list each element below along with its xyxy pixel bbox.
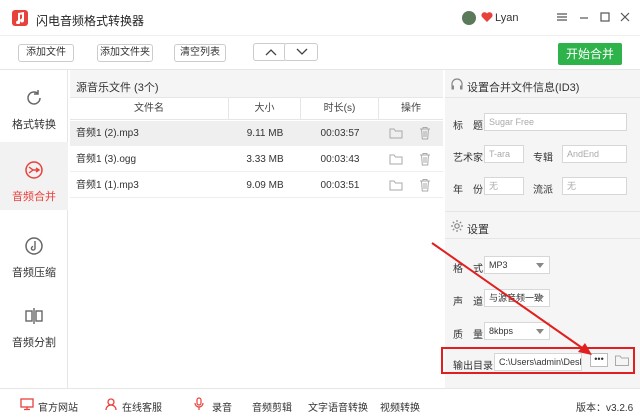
online-service-link[interactable]: 在线客服 — [122, 399, 162, 414]
file-size: 9.09 MB — [246, 180, 284, 191]
album-label: 专辑 — [533, 153, 553, 164]
quality-select[interactable]: 8kbps — [484, 322, 550, 340]
monitor-icon — [20, 398, 34, 411]
artist-label: 艺术家 — [453, 153, 483, 164]
username[interactable]: Lyan — [495, 12, 518, 24]
file-name: 音频1 (1).mp3 — [76, 180, 139, 191]
merge-icon — [25, 161, 43, 179]
sidebar-item-label: 音频分割 — [12, 337, 56, 349]
dropdown-caret-icon — [536, 263, 544, 268]
quality-value: 8kbps — [489, 326, 514, 336]
table-row[interactable]: 音频1 (2).mp3 9.11 MB 00:03:57 — [70, 121, 443, 146]
bottom-bar: 官方网站 在线客服 录音 音频剪辑 文字语音转换 视频转换 版本：v3.2.6 — [0, 388, 640, 420]
minimize-icon[interactable] — [576, 9, 592, 25]
app-logo-icon — [12, 10, 28, 26]
menu-icon[interactable] — [554, 9, 570, 25]
sidebar-item-label: 音频合并 — [12, 191, 56, 203]
vip-heart-icon — [481, 12, 493, 22]
year-label: 年 份 — [453, 185, 483, 196]
chevron-down-icon — [296, 48, 308, 55]
move-up-button[interactable] — [253, 43, 287, 61]
file-list: 源音乐文件 (3个) 文件名 大小 时长(s) 操作 音频1 (2).mp3 9… — [70, 70, 443, 388]
maximize-icon[interactable] — [597, 9, 613, 25]
avatar[interactable] — [462, 11, 476, 25]
file-duration: 00:03:51 — [320, 180, 360, 191]
channel-select[interactable]: 与源音频一致 — [484, 289, 550, 307]
format-select[interactable]: MP3 — [484, 256, 550, 274]
refresh-icon — [27, 90, 41, 105]
file-list-title: 源音乐文件 (3个) — [76, 82, 159, 94]
table-row[interactable]: 音频1 (1).mp3 9.09 MB 00:03:51 — [70, 173, 443, 198]
format-value: MP3 — [489, 260, 508, 270]
customer-service-icon — [105, 398, 117, 411]
official-website-link[interactable]: 官方网站 — [38, 399, 78, 414]
folder-icon[interactable] — [388, 177, 404, 193]
app-title: 闪电音频格式转换器 — [36, 14, 145, 28]
artist-input[interactable]: T-ara — [484, 145, 524, 163]
column-header-duration[interactable]: 时长(s) — [301, 98, 379, 120]
column-header-actions: 操作 — [379, 98, 443, 120]
settings-section-header: 设置 — [445, 211, 640, 239]
sidebar-item-label: 音频压缩 — [12, 267, 56, 279]
split-icon — [25, 308, 43, 324]
quality-label: 质 量 — [453, 330, 483, 341]
version-label: 版本：v3.2.6 — [576, 403, 634, 414]
file-list-header: 源音乐文件 (3个) — [70, 70, 443, 98]
audio-edit-link[interactable]: 音频剪辑 — [252, 399, 292, 414]
sidebar-item-label: 格式转换 — [12, 119, 56, 131]
video-convert-link[interactable]: 视频转换 — [380, 399, 420, 414]
album-input[interactable]: AndEnd — [562, 145, 627, 163]
channel-label: 声 道 — [453, 297, 483, 308]
folder-icon[interactable] — [388, 151, 404, 167]
sidebar-item-merge[interactable]: 音频合并 — [0, 142, 68, 210]
file-name: 音频1 (3).ogg — [76, 154, 137, 165]
year-input[interactable]: 无 — [484, 177, 524, 195]
file-duration: 00:03:57 — [320, 128, 360, 139]
clear-list-button[interactable]: 清空列表 — [174, 44, 226, 62]
headphones-icon — [451, 78, 463, 90]
sidebar-item-split[interactable]: 音频分割 — [0, 288, 68, 356]
channel-value: 与源音频一致 — [489, 293, 544, 303]
table-row[interactable]: 音频1 (3).ogg 3.33 MB 00:03:43 — [70, 147, 443, 172]
format-label: 格 式 — [453, 264, 483, 275]
close-icon[interactable] — [617, 9, 633, 25]
title-input[interactable]: Sugar Free — [484, 113, 627, 131]
toolbar: 添加文件 添加文件夹 清空列表 开始合并 — [0, 36, 640, 70]
trash-icon[interactable] — [417, 125, 433, 141]
chevron-up-icon — [265, 49, 277, 56]
browse-button[interactable]: ••• — [590, 353, 608, 367]
genre-input[interactable]: 无 — [562, 177, 627, 195]
file-size: 3.33 MB — [246, 154, 284, 165]
record-link[interactable]: 录音 — [212, 399, 232, 414]
sidebar-item-compress[interactable]: 音频压缩 — [0, 218, 68, 286]
move-down-button[interactable] — [284, 43, 318, 61]
trash-icon[interactable] — [417, 177, 433, 193]
sidebar: 格式转换 音频合并 音频压缩 音频分割 — [0, 70, 68, 388]
gear-icon — [451, 220, 463, 232]
trash-icon[interactable] — [417, 151, 433, 167]
id3-section-header: 设置合并文件信息(ID3) — [445, 70, 640, 98]
column-header-name[interactable]: 文件名 — [70, 98, 229, 120]
file-duration: 00:03:43 — [320, 154, 360, 165]
folder-icon[interactable] — [388, 125, 404, 141]
genre-label: 流派 — [533, 185, 553, 196]
dropdown-caret-icon — [536, 329, 544, 334]
dropdown-caret-icon — [536, 296, 544, 301]
sidebar-item-convert[interactable]: 格式转换 — [0, 70, 68, 138]
column-header-size[interactable]: 大小 — [229, 98, 301, 120]
start-merge-button[interactable]: 开始合并 — [558, 43, 622, 65]
disc-icon — [25, 237, 43, 255]
file-size: 9.11 MB — [246, 128, 284, 139]
settings-section-title: 设置 — [467, 224, 489, 236]
add-folder-button[interactable]: 添加文件夹 — [97, 44, 153, 62]
id3-section-title: 设置合并文件信息(ID3) — [467, 82, 580, 94]
tts-link[interactable]: 文字语音转换 — [308, 399, 368, 414]
add-file-button[interactable]: 添加文件 — [18, 44, 74, 62]
title-label: 标 题 — [453, 121, 483, 132]
settings-panel: 设置合并文件信息(ID3) 标 题 Sugar Free 艺术家 T-ara 专… — [445, 70, 640, 388]
microphone-icon — [194, 397, 204, 410]
file-name: 音频1 (2).mp3 — [76, 128, 139, 139]
title-bar: 闪电音频格式转换器 Lyan — [0, 0, 640, 36]
